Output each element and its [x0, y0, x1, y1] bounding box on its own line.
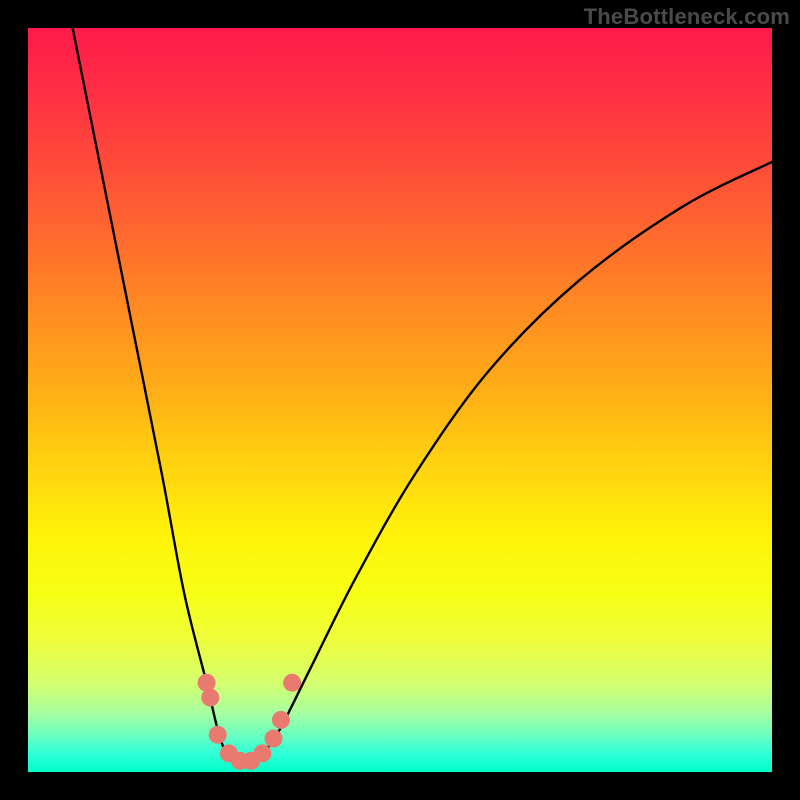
marker-dot — [265, 730, 283, 748]
marker-dot — [201, 689, 219, 707]
marker-dot — [253, 744, 271, 762]
highlight-points — [198, 674, 302, 770]
outer-frame: TheBottleneck.com — [0, 0, 800, 800]
marker-dot — [283, 674, 301, 692]
marker-dot — [209, 726, 227, 744]
watermark-text: TheBottleneck.com — [584, 4, 790, 30]
markers-layer — [28, 28, 772, 772]
marker-dot — [272, 711, 290, 729]
plot-area — [28, 28, 772, 772]
